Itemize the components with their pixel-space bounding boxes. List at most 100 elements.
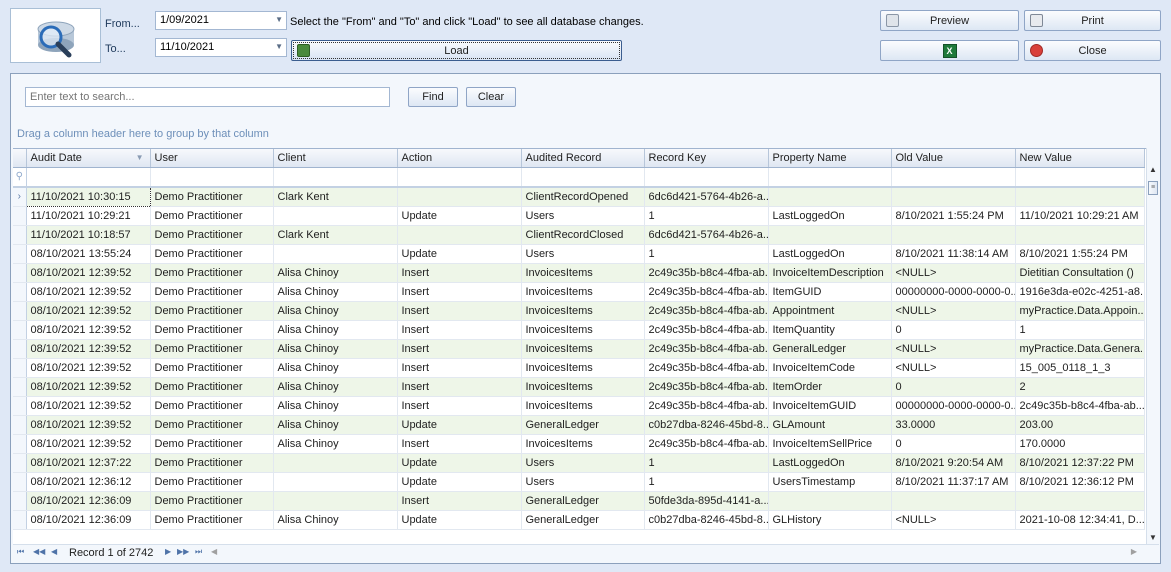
cell-audited-record[interactable]: InvoicesItems <box>521 282 645 302</box>
cell-audited-record[interactable]: InvoicesItems <box>521 358 645 378</box>
cell-record-key[interactable]: 1 <box>644 453 769 473</box>
row-indicator[interactable] <box>13 510 27 530</box>
filter-cell[interactable] <box>644 167 769 188</box>
cell-action[interactable]: Insert <box>397 320 522 340</box>
cell-property-name[interactable] <box>768 491 892 511</box>
cell-user[interactable]: Demo Practitioner <box>150 301 274 321</box>
cell-audit-date[interactable]: 08/10/2021 12:39:52 <box>26 396 151 416</box>
cell-audit-date[interactable]: 08/10/2021 12:39:52 <box>26 320 151 340</box>
cell-user[interactable]: Demo Practitioner <box>150 206 274 226</box>
cell-action[interactable]: Insert <box>397 358 522 378</box>
cell-action[interactable]: Insert <box>397 339 522 359</box>
cell-client[interactable]: Alisa Chinoy <box>273 282 398 302</box>
cell-user[interactable]: Demo Practitioner <box>150 415 274 435</box>
cell-audit-date[interactable]: 11/10/2021 10:18:57 <box>26 225 151 245</box>
scroll-thumb[interactable]: ≡ <box>1148 181 1158 195</box>
scroll-down-icon[interactable]: ▼ <box>1149 533 1157 542</box>
row-indicator[interactable] <box>13 453 27 473</box>
cell-action[interactable] <box>397 225 522 245</box>
column-header-record-key[interactable]: Record Key <box>644 149 769 168</box>
cell-audited-record[interactable]: InvoicesItems <box>521 377 645 397</box>
table-row[interactable]: 08/10/2021 12:37:22 Demo Practitioner Upda… <box>13 453 1145 473</box>
cell-record-key[interactable]: 6dc6d421-5764-4b26-a... <box>644 187 769 207</box>
table-row[interactable]: 08/10/2021 12:39:52 Demo Practitioner Alis… <box>13 282 1145 302</box>
cell-old-value[interactable]: 8/10/2021 9:20:54 AM <box>891 453 1016 473</box>
cell-action[interactable]: Update <box>397 206 522 226</box>
first-record-icon[interactable]: ⏮ <box>17 547 24 557</box>
cell-audit-date[interactable]: 11/10/2021 10:30:15 <box>25 186 151 207</box>
row-indicator[interactable] <box>13 301 27 321</box>
row-indicator[interactable] <box>13 225 27 245</box>
cell-new-value[interactable]: 2021-10-08 12:34:41, D... <box>1015 510 1145 530</box>
row-indicator[interactable] <box>13 282 27 302</box>
close-button[interactable]: Close <box>1024 40 1161 61</box>
table-row[interactable]: 08/10/2021 12:39:52 Demo Practitioner Alis… <box>13 301 1145 321</box>
cell-user[interactable]: Demo Practitioner <box>150 263 274 283</box>
column-header-user[interactable]: User <box>150 149 274 168</box>
cell-user[interactable]: Demo Practitioner <box>150 320 274 340</box>
cell-new-value[interactable]: 8/10/2021 12:37:22 PM <box>1015 453 1145 473</box>
cell-action[interactable]: Insert <box>397 434 522 454</box>
cell-old-value[interactable]: <NULL> <box>891 301 1016 321</box>
cell-old-value[interactable]: 00000000-0000-0000-0... <box>891 282 1016 302</box>
cell-audited-record[interactable]: InvoicesItems <box>521 339 645 359</box>
cell-audited-record[interactable]: Users <box>521 206 645 226</box>
cell-audit-date[interactable]: 08/10/2021 13:55:24 <box>26 244 151 264</box>
cell-new-value[interactable]: 1916e3da-e02c-4251-a8... <box>1015 282 1145 302</box>
cell-audit-date[interactable]: 08/10/2021 12:39:52 <box>26 263 151 283</box>
cell-property-name[interactable]: Appointment <box>768 301 892 321</box>
scroll-up-icon[interactable]: ▲ <box>1149 165 1157 174</box>
scroll-right-icon[interactable]: ▶ <box>1131 547 1137 556</box>
current-row-indicator-icon[interactable]: › <box>13 187 27 207</box>
table-row[interactable]: 11/10/2021 10:29:21 Demo Practitioner Upda… <box>13 206 1145 226</box>
cell-record-key[interactable]: 1 <box>644 244 769 264</box>
cell-audited-record[interactable]: GeneralLedger <box>521 510 645 530</box>
table-row[interactable]: 08/10/2021 12:39:52 Demo Practitioner Alis… <box>13 396 1145 416</box>
cell-old-value[interactable]: 8/10/2021 11:38:14 AM <box>891 244 1016 264</box>
cell-new-value[interactable]: 2 <box>1015 377 1145 397</box>
cell-action[interactable]: Insert <box>397 491 522 511</box>
cell-audited-record[interactable]: Users <box>521 244 645 264</box>
cell-new-value[interactable]: Dietitian Consultation () <box>1015 263 1145 283</box>
cell-record-key[interactable]: 2c49c35b-b8c4-4fba-ab... <box>644 396 769 416</box>
cell-action[interactable]: Update <box>397 472 522 492</box>
table-row[interactable]: 11/10/2021 10:18:57 Demo Practitioner Clar… <box>13 225 1145 245</box>
cell-action[interactable]: Update <box>397 244 522 264</box>
cell-action[interactable]: Insert <box>397 396 522 416</box>
row-indicator[interactable] <box>13 320 27 340</box>
table-row[interactable]: 08/10/2021 12:39:52 Demo Practitioner Alis… <box>13 434 1145 454</box>
cell-action[interactable]: Update <box>397 453 522 473</box>
cell-record-key[interactable]: 1 <box>644 206 769 226</box>
cell-old-value[interactable] <box>891 225 1016 245</box>
cell-client[interactable]: Alisa Chinoy <box>273 358 398 378</box>
filter-cell[interactable] <box>521 167 645 188</box>
cell-client[interactable]: Alisa Chinoy <box>273 301 398 321</box>
cell-property-name[interactable]: UsersTimestamp <box>768 472 892 492</box>
cell-audited-record[interactable]: GeneralLedger <box>521 415 645 435</box>
table-row[interactable]: 08/10/2021 12:39:52 Demo Practitioner Alis… <box>13 320 1145 340</box>
cell-user[interactable]: Demo Practitioner <box>150 339 274 359</box>
cell-record-key[interactable]: c0b27dba-8246-45bd-8... <box>644 510 769 530</box>
cell-old-value[interactable]: 0 <box>891 377 1016 397</box>
table-row[interactable]: 08/10/2021 12:39:52 Demo Practitioner Alis… <box>13 339 1145 359</box>
row-indicator[interactable] <box>13 339 27 359</box>
cell-property-name[interactable]: GeneralLedger <box>768 339 892 359</box>
cell-old-value[interactable]: 33.0000 <box>891 415 1016 435</box>
cell-old-value[interactable] <box>891 491 1016 511</box>
row-indicator[interactable] <box>13 358 27 378</box>
cell-new-value[interactable]: 11/10/2021 10:29:21 AM <box>1015 206 1145 226</box>
cell-audit-date[interactable]: 11/10/2021 10:29:21 <box>26 206 151 226</box>
cell-audited-record[interactable]: InvoicesItems <box>521 396 645 416</box>
cell-new-value[interactable]: 2c49c35b-b8c4-4fba-ab... <box>1015 396 1145 416</box>
cell-user[interactable]: Demo Practitioner <box>150 377 274 397</box>
filter-cell[interactable] <box>150 167 274 188</box>
cell-action[interactable]: Update <box>397 510 522 530</box>
cell-user[interactable]: Demo Practitioner <box>150 358 274 378</box>
cell-audit-date[interactable]: 08/10/2021 12:39:52 <box>26 358 151 378</box>
column-header-action[interactable]: Action <box>397 149 522 168</box>
cell-property-name[interactable]: InvoiceItemGUID <box>768 396 892 416</box>
cell-audit-date[interactable]: 08/10/2021 12:39:52 <box>26 415 151 435</box>
row-indicator[interactable] <box>13 244 27 264</box>
cell-new-value[interactable]: myPractice.Data.Genera... <box>1015 339 1145 359</box>
cell-audited-record[interactable]: GeneralLedger <box>521 491 645 511</box>
